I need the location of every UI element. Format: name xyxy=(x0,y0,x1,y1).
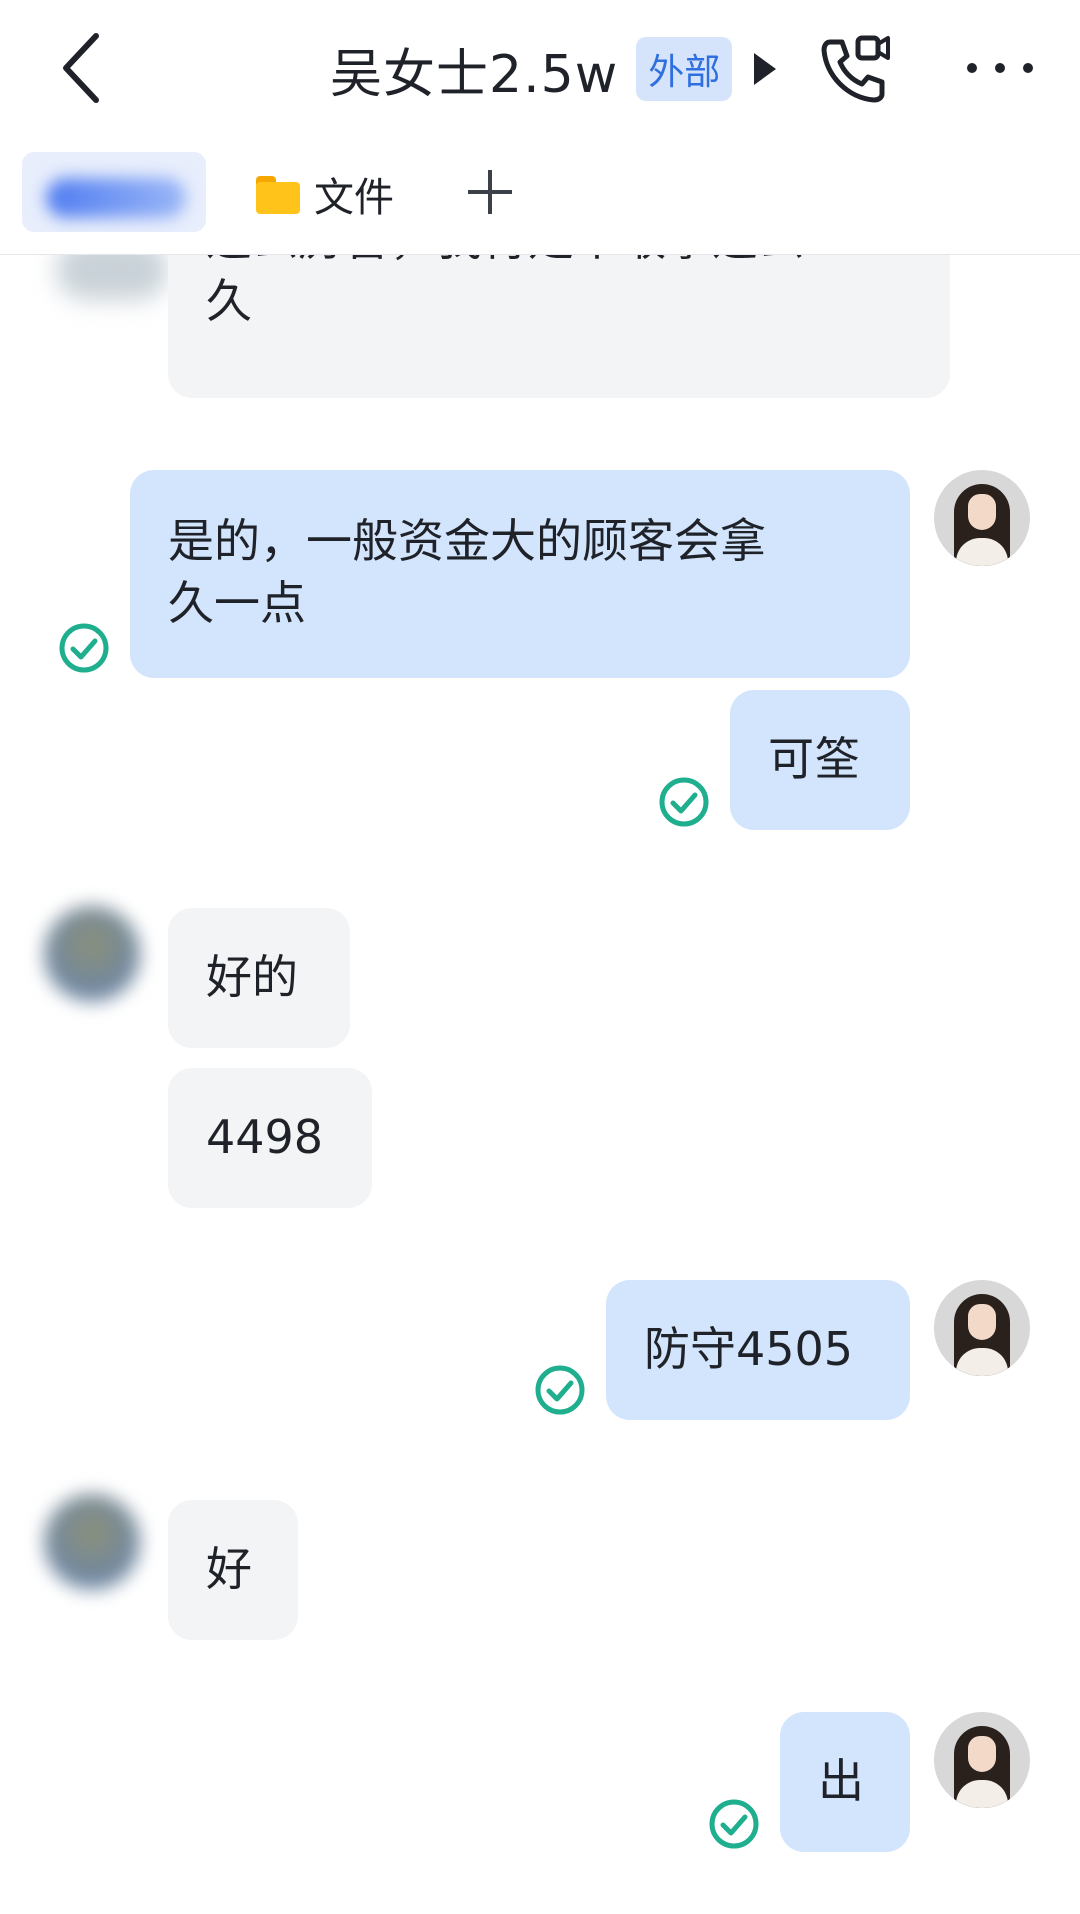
message-text: 久 xyxy=(206,274,252,328)
message-text: 4498 xyxy=(206,1110,324,1164)
message-bubble-incoming[interactable]: 好 xyxy=(168,1500,298,1640)
message-text: 出 xyxy=(818,1754,864,1808)
folder-icon xyxy=(256,176,300,214)
user-avatar[interactable] xyxy=(934,1712,1030,1808)
tab-files-label: 文件 xyxy=(314,175,394,221)
user-avatar[interactable] xyxy=(934,470,1030,566)
chat-title: 吴女士2.5w xyxy=(330,44,619,105)
message-text: 是的，一般资金大的顾客会拿 xyxy=(168,514,766,568)
message-bubble-outgoing[interactable]: 是的，一般资金大的顾客会拿 久一点 xyxy=(130,470,910,678)
contact-avatar[interactable] xyxy=(44,906,140,1002)
message-bubble-incoming[interactable]: 4498 xyxy=(168,1068,372,1208)
back-arrow-icon[interactable] xyxy=(52,28,112,108)
more-options-icon[interactable] xyxy=(960,40,1040,96)
chat-tab-bar: 文件 xyxy=(0,136,1080,255)
message-text: 好的 xyxy=(206,950,298,1004)
message-bubble-incoming[interactable]: 好的 xyxy=(168,908,350,1048)
message-text: 可筌 xyxy=(768,732,860,786)
read-check-icon xyxy=(59,623,109,673)
read-check-icon xyxy=(535,1365,585,1415)
tab-files[interactable]: 文件 xyxy=(256,164,394,224)
message-bubble-outgoing[interactable]: 出 xyxy=(780,1712,910,1852)
contact-avatar[interactable] xyxy=(44,1494,140,1590)
chat-title-area[interactable]: 吴女士2.5w 外部 xyxy=(330,34,777,105)
message-bubble-outgoing[interactable]: 防守4505 xyxy=(606,1280,910,1420)
chat-header: 吴女士2.5w 外部 xyxy=(0,0,1080,136)
external-badge: 外部 xyxy=(636,37,733,101)
message-text: 防守4505 xyxy=(644,1322,854,1376)
tab-messages-blurred[interactable] xyxy=(22,152,206,232)
read-check-icon xyxy=(709,1799,759,1849)
message-text: 久一点 xyxy=(168,576,306,630)
add-tab-icon[interactable] xyxy=(468,170,512,214)
read-check-icon xyxy=(659,777,709,827)
video-call-icon[interactable] xyxy=(816,32,892,108)
message-text: 好 xyxy=(206,1542,252,1596)
message-bubble-outgoing[interactable]: 可筌 xyxy=(730,690,910,830)
user-avatar[interactable] xyxy=(934,1280,1030,1376)
expand-arrow-icon[interactable] xyxy=(754,53,777,85)
